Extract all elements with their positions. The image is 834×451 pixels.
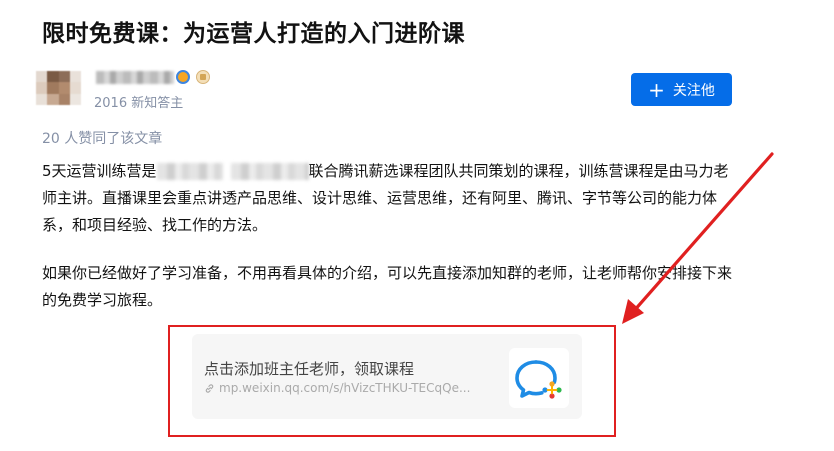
link-card-url-text: mp.weixin.qq.com/s/hVizcTHKU-TECqQe...: [219, 381, 471, 395]
redacted-text: [230, 163, 309, 180]
article-paragraph-2: 如果你已经做好了学习准备，不用再看具体的介绍，可以先直接添加知群的老师，让老师帮…: [42, 264, 733, 309]
link-card-title: 点击添加班主任老师，领取课程: [204, 360, 415, 378]
level-badge-icon: [196, 70, 210, 84]
wecom-logo-icon: [515, 360, 562, 399]
follow-button-label: 关注他: [672, 82, 715, 99]
verified-badge-icon: [176, 70, 190, 84]
link-icon: [205, 383, 214, 393]
author-description: 2016 新知答主: [94, 96, 184, 111]
link-card-thumbnail: [509, 348, 569, 408]
redacted-text: [156, 163, 223, 180]
plus-icon: +: [648, 77, 665, 102]
link-card[interactable]: 点击添加班主任老师，领取课程 mp.weixin.qq.com/s/hVizcT…: [192, 334, 582, 419]
avatar[interactable]: [36, 71, 81, 105]
paragraph-1-start: 5天运营训练营是: [42, 162, 157, 180]
author-name[interactable]: [96, 71, 174, 84]
article-title: 限时免费课：为运营人打造的入门进阶课: [42, 21, 465, 47]
article-paragraph-1: 5天运营训练营是 联合腾讯薪选课程团队共同策划的课程，训练营课程是由马力老师主讲。…: [42, 158, 732, 239]
follow-button[interactable]: + 关注他: [631, 73, 732, 106]
link-card-url: mp.weixin.qq.com/s/hVizcTHKU-TECqQe...: [204, 381, 470, 395]
likes-count: 20 人赞同了该文章: [42, 131, 163, 147]
